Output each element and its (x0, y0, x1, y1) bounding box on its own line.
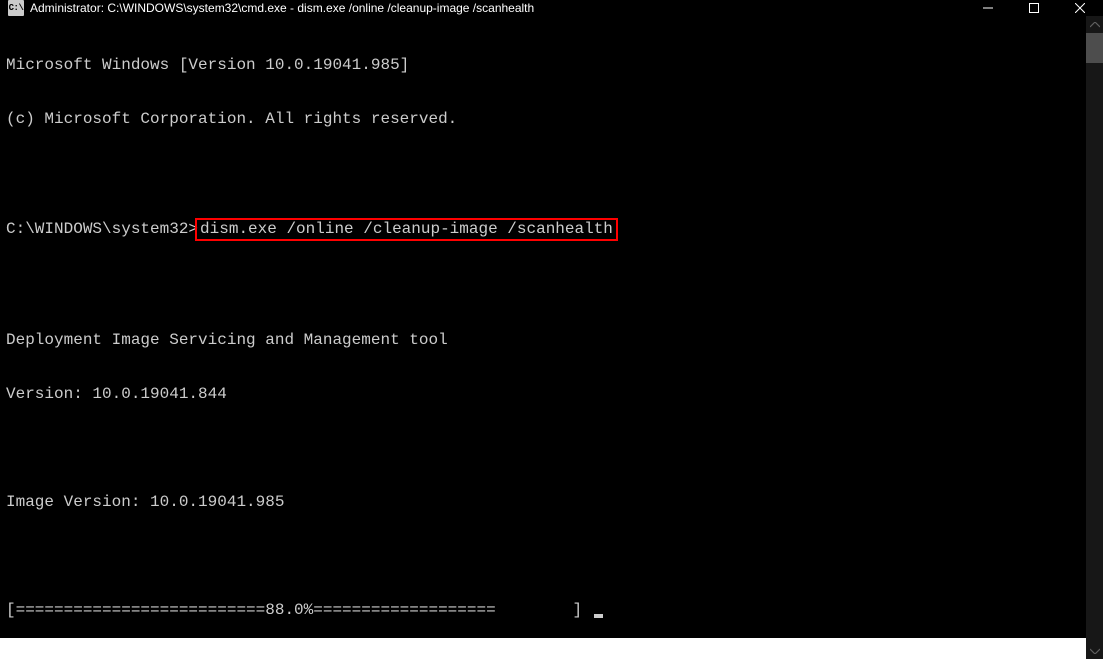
vertical-scrollbar[interactable] (1086, 16, 1103, 659)
window-title: Administrator: C:\WINDOWS\system32\cmd.e… (30, 1, 965, 15)
terminal-output[interactable]: Microsoft Windows [Version 10.0.19041.98… (0, 16, 1086, 659)
chevron-up-icon (1090, 22, 1100, 28)
image-version-line: Image Version: 10.0.19041.985 (6, 493, 1080, 511)
tool-name-line: Deployment Image Servicing and Managemen… (6, 331, 1080, 349)
scroll-down-button[interactable] (1086, 642, 1103, 659)
command-highlight: dism.exe /online /cleanup-image /scanhea… (195, 218, 618, 241)
cursor (594, 614, 603, 618)
maximize-icon (1029, 3, 1039, 13)
blank-line (6, 439, 1080, 457)
version-line: Microsoft Windows [Version 10.0.19041.98… (6, 56, 1080, 74)
minimize-icon (983, 3, 993, 13)
scroll-up-button[interactable] (1086, 16, 1103, 33)
close-button[interactable] (1057, 0, 1103, 16)
close-icon (1075, 3, 1085, 13)
blank-line (6, 277, 1080, 295)
progress-text: [==========================88.0%========… (6, 601, 592, 619)
scroll-thumb[interactable] (1086, 33, 1103, 63)
cmd-window: C:\ Administrator: C:\WINDOWS\system32\c… (0, 0, 1103, 638)
prompt-text: C:\WINDOWS\system32> (6, 220, 198, 238)
blank-line (6, 164, 1080, 182)
command-line: C:\WINDOWS\system32>dism.exe /online /cl… (6, 218, 1080, 241)
maximize-button[interactable] (1011, 0, 1057, 16)
window-controls (965, 0, 1103, 16)
chevron-down-icon (1090, 648, 1100, 654)
cmd-icon[interactable]: C:\ (8, 0, 24, 16)
tool-version-line: Version: 10.0.19041.844 (6, 385, 1080, 403)
blank-line (6, 547, 1080, 565)
progress-line: [==========================88.0%========… (6, 601, 1080, 619)
client-area: Microsoft Windows [Version 10.0.19041.98… (0, 16, 1103, 659)
minimize-button[interactable] (965, 0, 1011, 16)
titlebar[interactable]: C:\ Administrator: C:\WINDOWS\system32\c… (0, 0, 1103, 16)
copyright-line: (c) Microsoft Corporation. All rights re… (6, 110, 1080, 128)
